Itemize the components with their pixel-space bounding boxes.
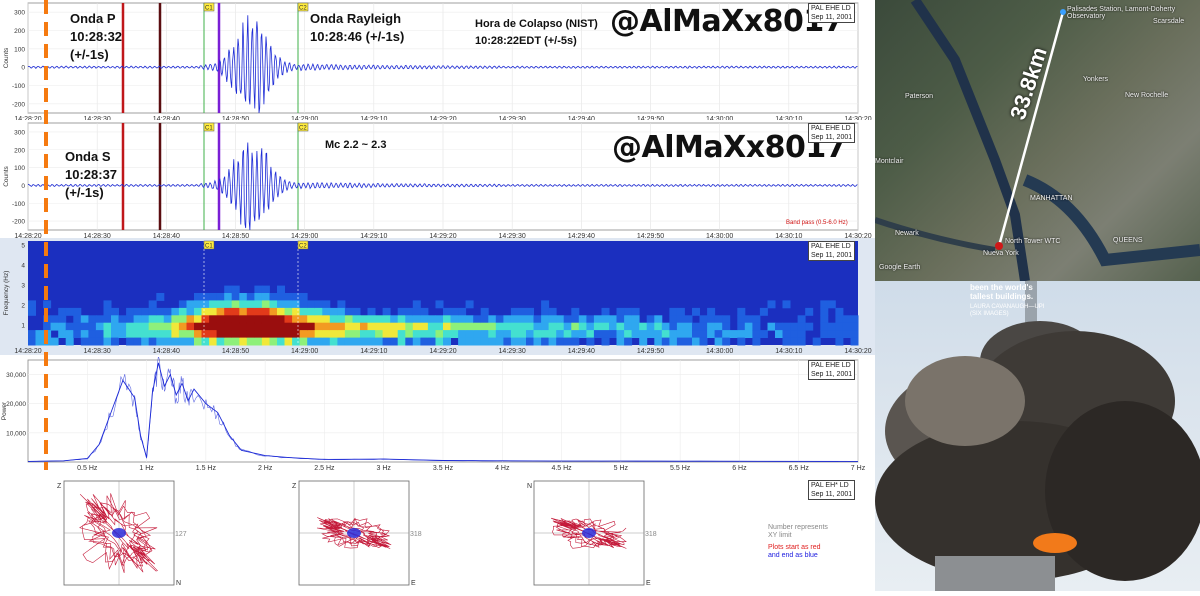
- photo-caption: been the world's tallest buildings.: [970, 283, 1034, 301]
- photo-credit: LAURA CAVANAUGH—UPI (SIX IMAGES): [970, 304, 1045, 317]
- photo-illustration: [875, 281, 1200, 591]
- satellite-map: 33.8km Palisades Station, Lamont-Doherty…: [875, 0, 1200, 281]
- collapse-photo: been the world's tallest buildings. LAUR…: [875, 281, 1200, 591]
- collapse-time-marker: [44, 0, 48, 470]
- station-pin-icon: [1060, 9, 1066, 15]
- wtc-pin-icon: [995, 242, 1003, 250]
